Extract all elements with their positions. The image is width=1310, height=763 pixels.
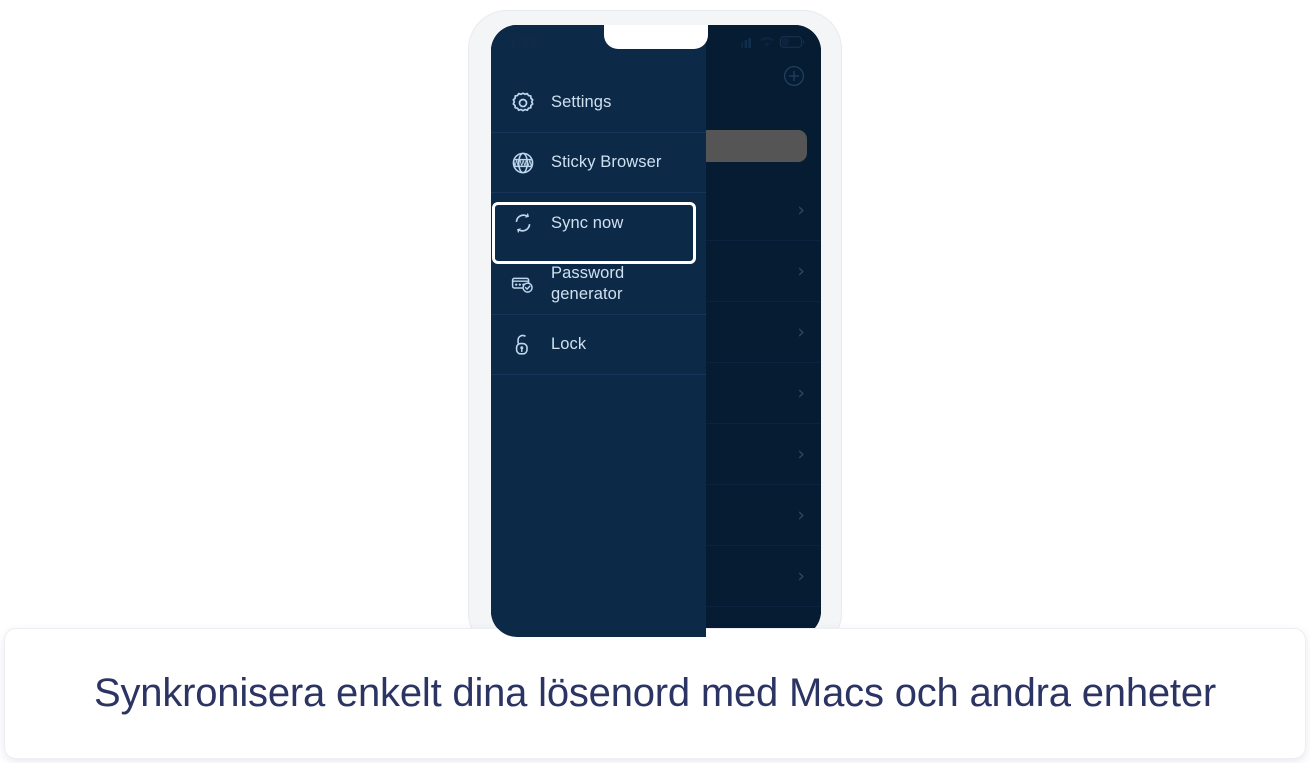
password-generator-icon [509,270,537,298]
battery-icon [780,36,805,48]
menu-item-label: Lock [551,335,587,354]
caption-text: Synkronisera enkelt dina lösenord med Ma… [94,670,1216,715]
menu-item-label: Password generator [551,264,625,303]
sync-refresh-icon [509,209,537,237]
phone-notch [604,25,708,49]
menu-item-lock[interactable]: Lock [491,315,706,375]
menu-item-sticky-browser[interactable]: WWW Sticky Browser [491,133,706,193]
chevron-right-icon: › [797,259,805,282]
menu-item-label: Settings [551,93,612,112]
phone-screen: 1:28 › › › › › › › Settings WWW Sticky B… [491,25,821,637]
chevron-right-icon: › [797,320,805,343]
svg-text:WWW: WWW [513,158,533,167]
gear-icon [509,89,537,117]
globe-www-icon: WWW [509,149,537,177]
phone-frame: 1:28 › › › › › › › Settings WWW Sticky B… [469,11,841,651]
cellular-signal-icon [737,37,754,48]
chevron-right-icon: › [797,198,805,221]
chevron-right-icon: › [797,381,805,404]
chevron-right-icon: › [797,442,805,465]
plus-circle-icon [783,65,805,87]
status-indicators [737,36,805,48]
caption-card: Synkronisera enkelt dina lösenord med Ma… [4,628,1306,759]
drawer-filler [491,375,706,395]
status-time: 1:28 [509,34,538,50]
screenshot-root: 1:28 › › › › › › › Settings WWW Sticky B… [0,0,1310,763]
chevron-right-icon: › [797,503,805,526]
menu-item-label: Sync now [551,213,624,232]
menu-item-label: Sticky Browser [551,153,662,172]
wifi-icon [759,36,775,48]
menu-item-sync-now[interactable]: Sync now [491,193,706,253]
padlock-open-icon [509,331,537,359]
menu-item-password-generator[interactable]: Password generator [491,253,706,315]
add-item-button[interactable] [779,61,809,91]
chevron-right-icon: › [797,564,805,587]
side-menu-drawer: Settings WWW Sticky Browser Sync now Pas… [491,25,706,637]
menu-item-settings[interactable]: Settings [491,73,706,133]
